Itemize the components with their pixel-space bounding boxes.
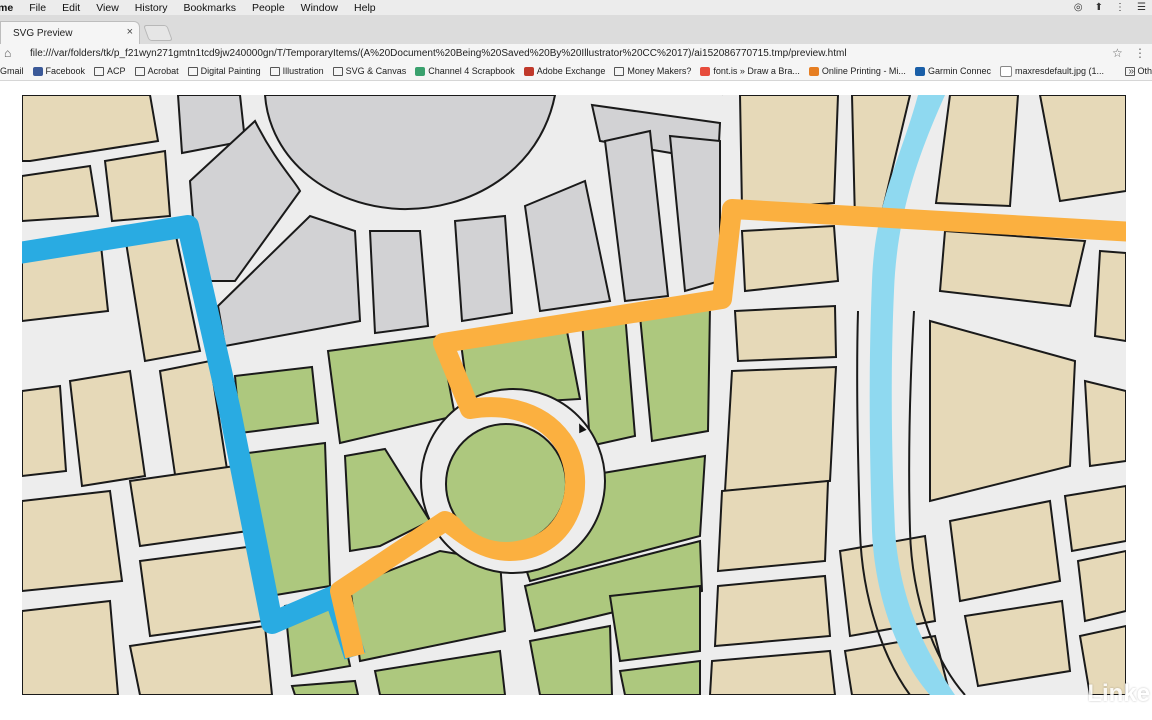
star-icon[interactable]: ☆: [1112, 46, 1126, 60]
folder-icon: [94, 66, 105, 76]
bookmark-item[interactable]: Gmail: [0, 66, 24, 76]
bookmark-item[interactable]: Garmin Connec: [914, 66, 991, 76]
bookmark-label: Facebook: [45, 66, 86, 76]
printing-icon: [808, 66, 819, 76]
bookmark-item[interactable]: Money Makers?: [614, 66, 691, 76]
menu-window[interactable]: Window: [293, 2, 346, 14]
bookmark-label: Online Printing - Mi...: [821, 66, 906, 76]
close-icon[interactable]: ×: [127, 26, 133, 38]
bookmark-item[interactable]: font.is » Draw a Bra...: [700, 66, 800, 76]
spotlight-icon[interactable]: ⋮: [1115, 2, 1125, 13]
menu-people[interactable]: People: [244, 2, 293, 14]
other-bookmarks-label: Oth: [1137, 66, 1152, 76]
folder-icon: [614, 66, 625, 76]
roundabout-park-center: [448, 426, 564, 542]
bookmark-item[interactable]: Online Printing - Mi...: [808, 66, 906, 76]
city-map: [22, 95, 1126, 695]
bookmark-label: font.is » Draw a Bra...: [713, 66, 800, 76]
bookmark-item[interactable]: Facebook: [32, 66, 86, 76]
menu-bookmarks[interactable]: Bookmarks: [175, 2, 244, 14]
bookmark-label: Acrobat: [147, 66, 179, 76]
fontis-icon: [700, 66, 711, 76]
menu-view[interactable]: View: [88, 2, 127, 14]
garmin-icon: [914, 66, 925, 76]
tab-title: SVG Preview: [13, 27, 73, 39]
tab-svg-preview[interactable]: SVG Preview ×: [0, 21, 140, 44]
home-icon[interactable]: ⌂: [4, 46, 18, 60]
bookmark-item[interactable]: ACP: [94, 66, 126, 76]
upload-icon[interactable]: ⬆: [1095, 2, 1103, 13]
other-bookmarks[interactable]: Oth: [1125, 66, 1152, 76]
menu-bar: me File Edit View History Bookmarks Peop…: [0, 0, 1152, 15]
bookmark-label: maxresdefault.jpg (1...: [1014, 66, 1105, 76]
bookmark-label: Illustration: [282, 66, 324, 76]
bookmark-label: Channel 4 Scrapbook: [428, 66, 515, 76]
menu-help[interactable]: Help: [346, 2, 384, 14]
bookmark-item[interactable]: maxresdefault.jpg (1...: [999, 65, 1105, 77]
bookmarks-bar: Gmail Facebook ACP Acrobat Digital Painting I…: [0, 62, 1152, 81]
bookmark-item[interactable]: Acrobat: [134, 66, 179, 76]
menu-edit[interactable]: Edit: [54, 2, 88, 14]
menu-file[interactable]: File: [21, 2, 54, 14]
bookmark-label: Garmin Connec: [927, 66, 991, 76]
bookmark-label: Adobe Exchange: [536, 66, 606, 76]
watermark: Linke: [1087, 680, 1150, 707]
bookmark-label: SVG & Canvas: [345, 66, 407, 76]
folder-icon: [187, 66, 198, 76]
folder-icon: [134, 66, 145, 76]
bookmark-item[interactable]: Illustration: [269, 66, 324, 76]
notification-icon[interactable]: ☰: [1137, 2, 1146, 13]
adobe-exchange-icon: [523, 66, 534, 76]
creative-cloud-icon[interactable]: ◎: [1074, 2, 1083, 13]
page-viewport: Linke: [0, 81, 1152, 720]
address-toolbar: ⌂ file:///var/folders/tk/p_f21wyn271gmtn…: [0, 44, 1152, 62]
bookmark-label: Gmail: [0, 66, 24, 76]
channel4-icon: [415, 66, 426, 76]
tab-strip: SVG Preview ×: [0, 15, 1152, 44]
folder-icon: [1125, 66, 1136, 76]
kebab-menu-icon[interactable]: ⋮: [1134, 46, 1146, 60]
address-bar[interactable]: file:///var/folders/tk/p_f21wyn271gmtn1t…: [18, 48, 1112, 59]
file-icon: [999, 65, 1012, 77]
bookmark-item[interactable]: Channel 4 Scrapbook: [415, 66, 515, 76]
new-tab-button[interactable]: [143, 25, 173, 41]
divider-lines: [722, 95, 746, 96]
menu-history[interactable]: History: [127, 2, 176, 14]
bookmark-label: ACP: [107, 66, 126, 76]
bookmark-label: Money Makers?: [627, 66, 692, 76]
bookmark-item[interactable]: SVG & Canvas: [332, 66, 407, 76]
facebook-icon: [32, 66, 43, 76]
bookmark-item[interactable]: Digital Painting: [187, 66, 261, 76]
folder-icon: [269, 66, 280, 76]
bookmark-item[interactable]: Adobe Exchange: [523, 66, 606, 76]
folder-icon: [332, 66, 343, 76]
bookmark-label: Digital Painting: [200, 66, 261, 76]
menu-app[interactable]: me: [0, 2, 21, 14]
